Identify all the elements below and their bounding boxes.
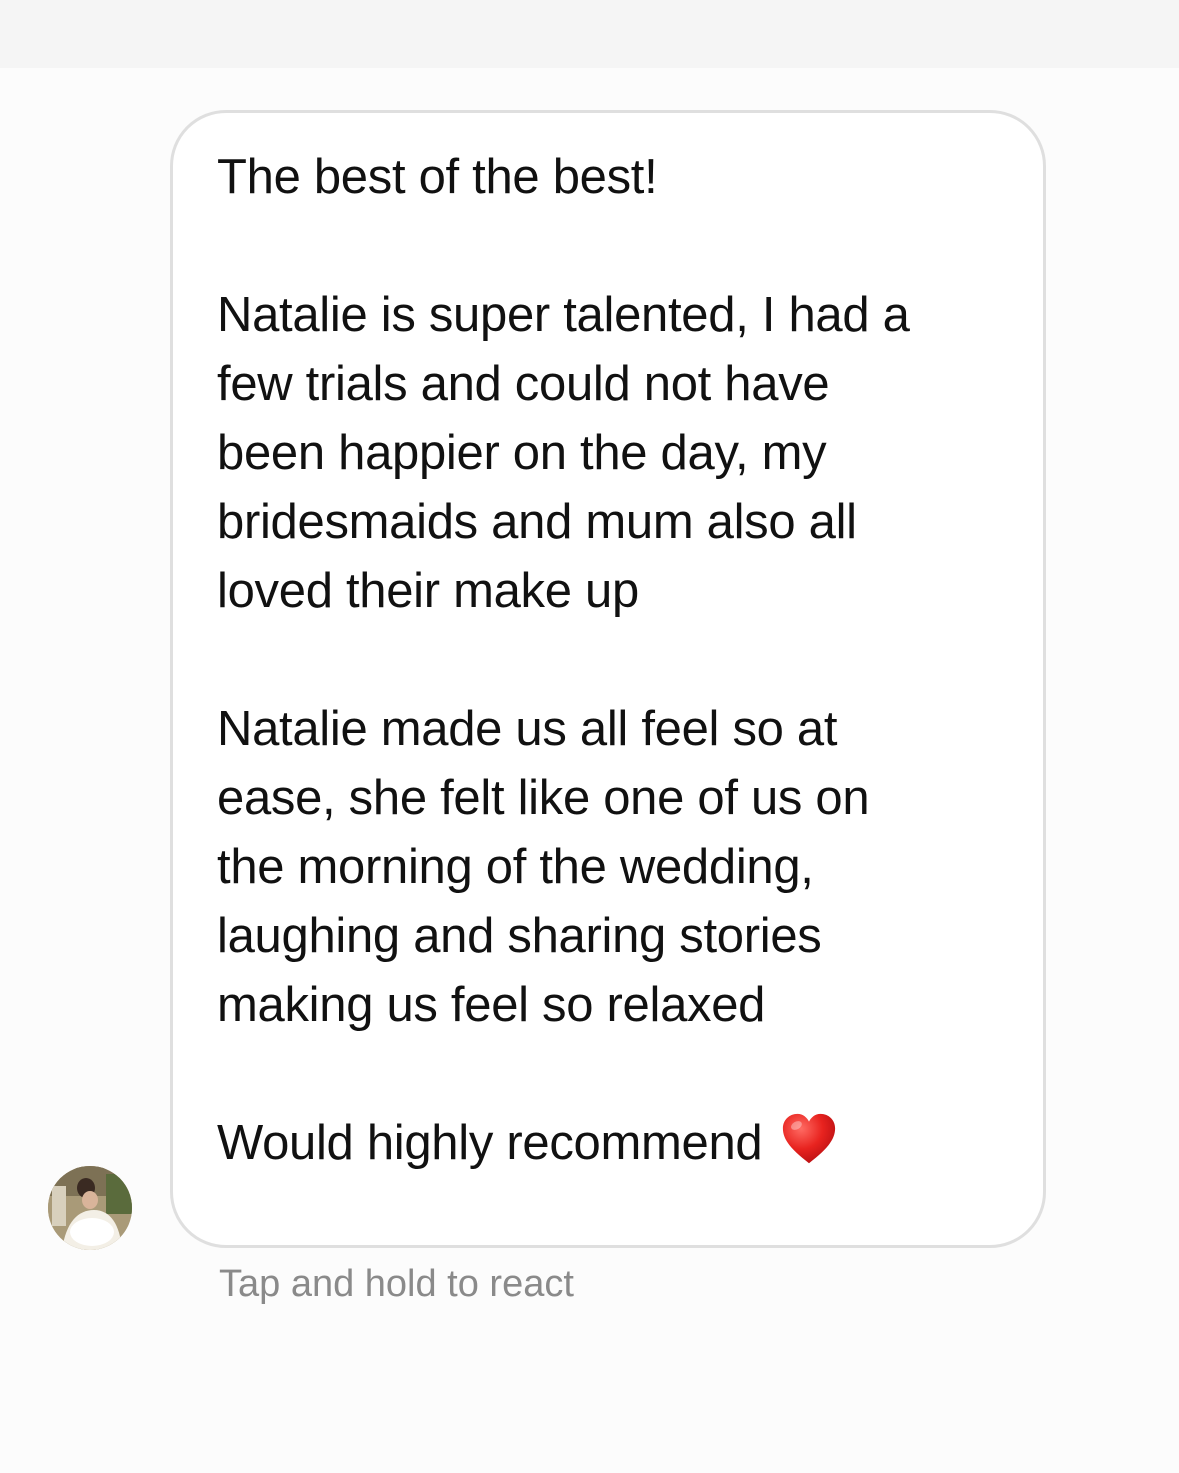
message-line: the morning of the wedding, <box>217 840 814 894</box>
message-line: few trials and could not have <box>217 357 830 411</box>
message-line: Natalie made us all feel so at <box>217 702 838 756</box>
message-line: making us feel so relaxed <box>217 978 766 1032</box>
reaction-hint: Tap and hold to react <box>219 1263 574 1305</box>
heart-icon <box>783 1113 836 1164</box>
message-line: laughing and sharing stories <box>217 909 822 963</box>
message-line: loved their make up <box>217 564 639 618</box>
message-line: Would highly recommend <box>217 1116 763 1170</box>
message-line: bridesmaids and mum also all <box>217 495 857 549</box>
message-line: The best of the best! <box>217 150 658 204</box>
message-line-final: Would highly recommend <box>217 1109 1017 1178</box>
message-text: The best of the best! Natalie is super t… <box>217 143 1017 1178</box>
top-bar <box>0 0 1179 68</box>
avatar[interactable] <box>48 1166 132 1250</box>
message-line: ease, she felt like one of us on <box>217 771 870 825</box>
message-line: been happier on the day, my <box>217 426 827 480</box>
avatar-photo <box>48 1166 132 1250</box>
message-line: Natalie is super talented, I had a <box>217 288 910 342</box>
